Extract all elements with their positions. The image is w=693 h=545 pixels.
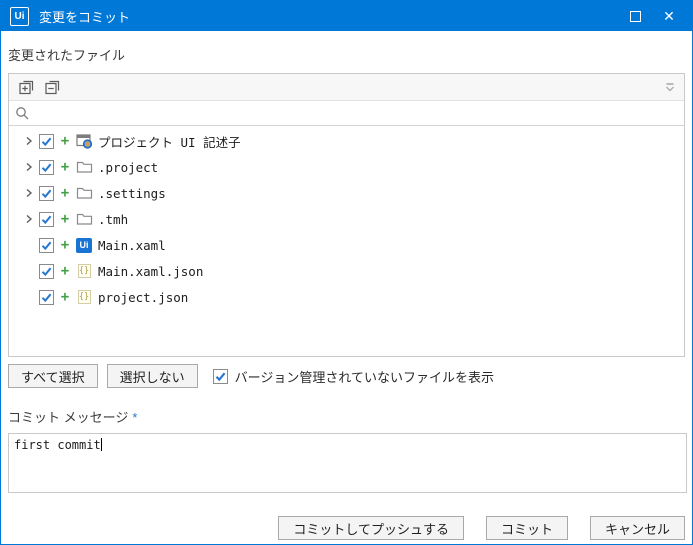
file-name: .settings (98, 185, 166, 201)
added-status-badge: + (60, 185, 70, 201)
commit-button[interactable]: コミット (485, 516, 568, 540)
file-name: .project (98, 159, 159, 175)
commit-and-push-button[interactable]: コミットしてプッシュする (278, 516, 464, 540)
file-checkbox[interactable] (39, 289, 54, 305)
chevron-right-icon[interactable] (21, 135, 37, 147)
window-title: 変更をコミット (39, 9, 131, 25)
commit-message-label: コミット メッセージ * (8, 410, 138, 425)
added-status-badge: + (60, 289, 70, 305)
file-checkbox[interactable] (39, 211, 54, 227)
file-name: Main.xaml (98, 237, 166, 253)
added-status-badge: + (60, 133, 70, 149)
expand-all-icon (18, 80, 33, 94)
ui-descriptors-icon (74, 133, 94, 149)
tree-row-settings-folder[interactable]: + .settings (9, 180, 684, 206)
folder-icon (74, 212, 94, 226)
collapse-all-button[interactable] (41, 76, 63, 98)
file-name: project.json (98, 289, 189, 305)
close-icon: ✕ (663, 8, 675, 24)
file-tree: + プロジェクト UI 記述子 + .project + .settings +… (9, 126, 684, 356)
file-name: プロジェクト UI 記述子 (98, 134, 241, 150)
titlebar: Ui 変更をコミット ✕ (1, 1, 692, 31)
json-file-icon: {} (77, 264, 91, 278)
chevron-down-icon (666, 82, 674, 91)
selection-controls: すべて選択 選択しない バージョン管理されていないファイルを表示 (8, 364, 685, 388)
close-button[interactable]: ✕ (652, 1, 686, 31)
file-name: Main.xaml.json (98, 263, 204, 279)
select-none-button[interactable]: 選択しない (106, 364, 198, 388)
json-file-icon: {} (77, 290, 91, 304)
folder-icon (74, 160, 94, 174)
uipath-logo-icon: Ui (10, 6, 29, 26)
added-status-badge: + (60, 211, 70, 227)
added-status-badge: + (60, 159, 70, 175)
file-checkbox[interactable] (39, 133, 54, 149)
file-checkbox[interactable] (39, 263, 54, 279)
tree-row-project-json[interactable]: + {} project.json (9, 284, 684, 310)
file-checkbox[interactable] (39, 159, 54, 175)
tree-row-project-folder[interactable]: + .project (9, 154, 684, 180)
show-unversioned-control: バージョン管理されていないファイルを表示 (211, 367, 494, 386)
added-status-badge: + (60, 263, 70, 279)
changed-files-panel: + プロジェクト UI 記述子 + .project + .settings +… (8, 73, 685, 357)
select-all-button[interactable]: すべて選択 (8, 364, 98, 388)
file-search-input[interactable] (36, 106, 678, 120)
changed-files-label: 変更されたファイル (8, 48, 126, 63)
commit-message-value: first commit (14, 438, 101, 452)
chevron-right-icon[interactable] (21, 187, 37, 199)
tree-toolbar (9, 74, 684, 101)
folder-icon (74, 186, 94, 200)
tree-row-main-xaml-json[interactable]: + {} Main.xaml.json (9, 258, 684, 284)
show-unversioned-label: バージョン管理されていないファイルを表示 (234, 369, 494, 385)
required-marker: * (132, 410, 138, 425)
commit-changes-dialog: Ui 変更をコミット ✕ 変更されたファイル + プロジェクト UI 記述子 +… (0, 0, 693, 545)
commit-message-input[interactable]: first commit (8, 433, 687, 493)
maximize-icon (629, 10, 641, 22)
tree-row-main-xaml[interactable]: + Ui Main.xaml (9, 232, 684, 258)
tree-row-ui-descriptors[interactable]: + プロジェクト UI 記述子 (9, 128, 684, 154)
file-search-bar (9, 101, 684, 126)
chevron-right-icon[interactable] (21, 213, 37, 225)
file-checkbox[interactable] (39, 237, 54, 253)
chevron-right-icon[interactable] (21, 161, 37, 173)
collapse-all-icon (44, 80, 59, 94)
expand-all-button[interactable] (15, 76, 37, 98)
dialog-body: 変更されたファイル + プロジェクト UI 記述子 + .project + .… (1, 31, 692, 544)
maximize-button[interactable] (618, 1, 652, 31)
show-unversioned-checkbox[interactable] (212, 368, 228, 384)
tree-row-tmh-folder[interactable]: + .tmh (9, 206, 684, 232)
cancel-button[interactable]: キャンセル (589, 516, 685, 540)
search-icon (16, 106, 29, 119)
text-caret (100, 438, 102, 451)
toolbar-overflow-button[interactable] (662, 79, 678, 95)
uipath-file-icon: Ui (74, 237, 94, 253)
file-name: .tmh (98, 211, 129, 227)
dialog-footer: コミットしてプッシュする コミット キャンセル (8, 516, 685, 540)
file-checkbox[interactable] (39, 185, 54, 201)
added-status-badge: + (60, 237, 70, 253)
